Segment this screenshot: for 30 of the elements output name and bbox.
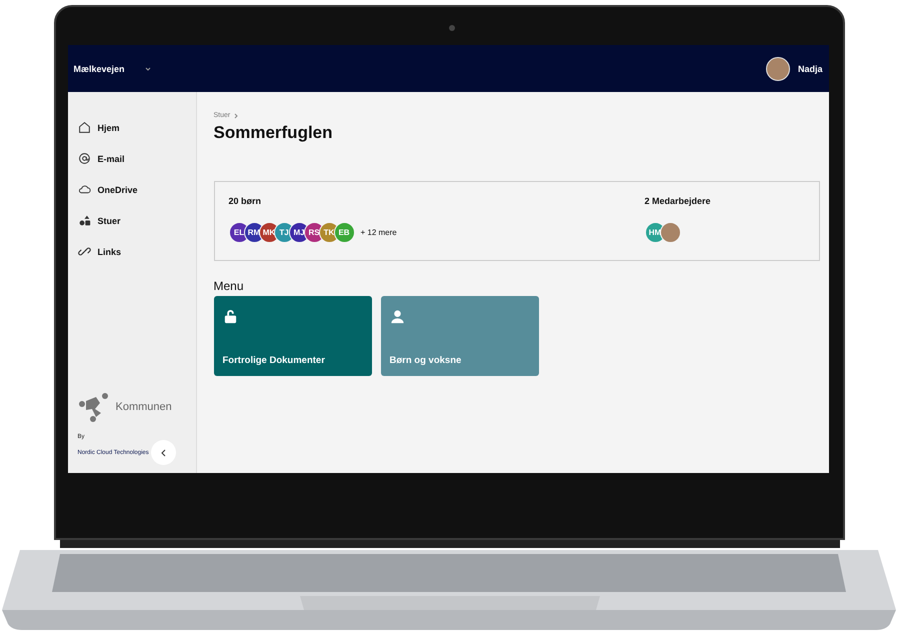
logo-icon — [78, 392, 110, 422]
cloud-icon — [78, 183, 90, 196]
chevron-right-icon — [234, 112, 238, 118]
menu-tile[interactable]: Børn og voksne — [380, 296, 538, 376]
children-count: 20 børn — [228, 196, 262, 206]
nav-item[interactable]: E-mail — [78, 143, 186, 174]
person-icon — [390, 309, 404, 324]
user-avatar[interactable] — [766, 56, 790, 80]
nav-item[interactable]: Stuer — [78, 205, 186, 236]
staff-count: 2 Medarbejdere — [644, 196, 712, 206]
organization-name: Mælkevejen — [74, 64, 125, 74]
menu-tile[interactable]: Fortrolige Dokumenter — [214, 296, 372, 376]
chevron-down-icon[interactable] — [144, 66, 151, 70]
unlocked-padlock-icon — [222, 309, 238, 324]
logo-text: Kommunen — [116, 401, 172, 413]
user-name[interactable]: Nadja — [798, 64, 822, 74]
nav-item[interactable]: Links — [78, 236, 186, 267]
more-count: + 12 mere — [360, 228, 397, 237]
nav-item[interactable]: OneDrive — [78, 174, 186, 205]
avatar: EB — [334, 222, 354, 243]
menu-heading: Menu — [214, 279, 245, 293]
page-title: Sommerfuglen — [214, 123, 334, 143]
camera-icon — [449, 25, 455, 31]
shapes-icon — [78, 214, 90, 227]
nav-item[interactable]: Hjem — [78, 112, 186, 143]
home-icon — [78, 121, 90, 134]
chevron-left-icon — [160, 448, 166, 456]
photo-placeholder — [660, 222, 680, 243]
at-icon — [78, 152, 90, 165]
link-icon — [78, 245, 90, 258]
